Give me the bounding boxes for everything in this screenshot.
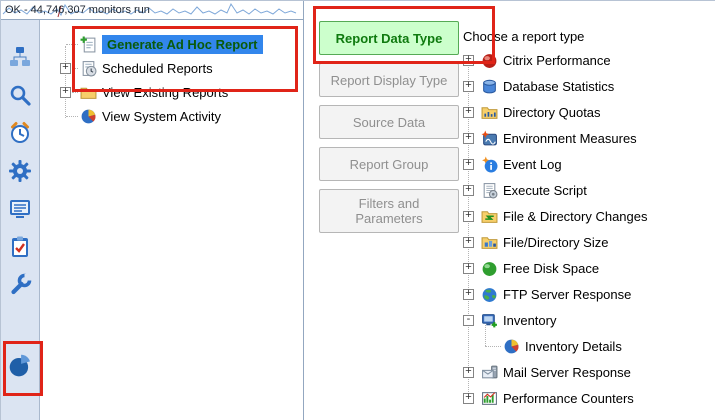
tree-expander[interactable]: + — [463, 159, 474, 170]
scheduled-reports-icon — [80, 60, 97, 77]
report-type-label: File & Directory Changes — [503, 209, 648, 224]
nav-item-label: View System Activity — [102, 109, 221, 124]
nav-item-generate-adhoc-report[interactable]: Generate Ad Hoc Report — [40, 32, 303, 56]
report-type-label: Directory Quotas — [503, 105, 601, 120]
tree-expander[interactable]: + — [463, 237, 474, 248]
database-statistics-icon — [481, 78, 498, 95]
event-log-icon — [481, 156, 498, 173]
tree-expander[interactable]: + — [463, 367, 474, 378]
tree-expander[interactable]: - — [463, 315, 474, 326]
performance-counters-icon — [481, 390, 498, 407]
inventory-icon — [481, 312, 498, 329]
tab-report-display-type[interactable]: Report Display Type — [319, 63, 459, 97]
report-type-citrix-performance[interactable]: + Citrix Performance — [463, 47, 713, 73]
tree-expander[interactable]: + — [463, 133, 474, 144]
report-type-directory-quotas[interactable]: + Directory Quotas — [463, 99, 713, 125]
inventory-details-icon — [503, 338, 520, 355]
mail-server-response-icon — [481, 364, 498, 381]
nav-item-label: Scheduled Reports — [102, 61, 213, 76]
report-type-environment-measures[interactable]: + Environment Measures — [463, 125, 713, 151]
report-type-mail-server-response[interactable]: + Mail Server Response — [463, 359, 713, 385]
search-icon — [8, 83, 32, 107]
report-type-label: Inventory — [503, 313, 556, 328]
free-disk-space-icon — [481, 260, 498, 277]
tree-expander[interactable]: + — [463, 55, 474, 66]
tree-expander[interactable]: + — [463, 393, 474, 404]
report-type-tree: + Citrix Performance + Database Statisti… — [463, 47, 713, 411]
report-type-execute-script[interactable]: + Execute Script — [463, 177, 713, 203]
toolbar-tools-button[interactable] — [3, 266, 37, 304]
nav-item-view-existing-reports[interactable]: + View Existing Reports — [40, 80, 303, 104]
report-type-label: FTP Server Response — [503, 287, 631, 302]
tree-expander[interactable]: + — [463, 81, 474, 92]
toolbar-settings-button[interactable] — [3, 152, 37, 190]
toolbar-alerts-button[interactable] — [3, 114, 37, 152]
toolbar-sitemap-button[interactable] — [3, 38, 37, 76]
nav-item-view-system-activity[interactable]: View System Activity — [40, 104, 303, 128]
tree-expander[interactable]: + — [60, 63, 71, 74]
wrench-icon — [8, 273, 32, 297]
report-type-inventory-details[interactable]: Inventory Details — [463, 333, 713, 359]
tab-source-data[interactable]: Source Data — [319, 105, 459, 139]
status-text: OK - 44,746,307 monitors run — [5, 4, 150, 16]
nav-item-label: Generate Ad Hoc Report — [102, 35, 263, 54]
report-list-icon — [8, 197, 32, 221]
report-type-event-log[interactable]: + Event Log — [463, 151, 713, 177]
nav-item-label: View Existing Reports — [102, 85, 228, 100]
wizard-tabs: Report Data Type Report Display Type Sou… — [319, 21, 459, 241]
tree-expander[interactable]: + — [463, 107, 474, 118]
generate-adhoc-report-icon — [80, 36, 97, 53]
tree-expander[interactable]: + — [463, 185, 474, 196]
environment-measures-icon — [481, 130, 498, 147]
report-type-free-disk-space[interactable]: + Free Disk Space — [463, 255, 713, 281]
report-type-label: Performance Counters — [503, 391, 634, 406]
report-type-ftp-server-response[interactable]: + FTP Server Response — [463, 281, 713, 307]
report-type-label: Citrix Performance — [503, 53, 611, 68]
report-type-inventory[interactable]: - Inventory — [463, 307, 713, 333]
tree-expander[interactable]: + — [60, 87, 71, 98]
pie-report-icon — [7, 352, 33, 378]
nav-tree-panel: Generate Ad Hoc Report + Scheduled Repor… — [40, 20, 304, 420]
ftp-server-response-icon — [481, 286, 498, 303]
report-type-label: Inventory Details — [525, 339, 622, 354]
tree-expander[interactable]: + — [463, 211, 474, 222]
report-type-label: Execute Script — [503, 183, 587, 198]
report-type-label: Mail Server Response — [503, 365, 631, 380]
nav-item-scheduled-reports[interactable]: + Scheduled Reports — [40, 56, 303, 80]
report-type-label: Environment Measures — [503, 131, 637, 146]
report-type-label: Event Log — [503, 157, 562, 172]
toolbar-reports-list-button[interactable] — [3, 190, 37, 228]
gear-icon — [8, 159, 32, 183]
view-existing-reports-icon — [80, 84, 97, 101]
tree-expander[interactable]: + — [463, 263, 474, 274]
left-toolbar — [1, 20, 40, 420]
toolbar-tasks-button[interactable] — [3, 228, 37, 266]
sitemap-icon — [8, 45, 32, 69]
view-system-activity-icon — [80, 108, 97, 125]
directory-quotas-icon — [481, 104, 498, 121]
report-type-database-statistics[interactable]: + Database Statistics — [463, 73, 713, 99]
report-type-file-directory-size[interactable]: + File/Directory Size — [463, 229, 713, 255]
tree-expander[interactable]: + — [463, 289, 474, 300]
tasks-clipboard-icon — [8, 235, 32, 259]
status-bar: OK - 44,746,307 monitors run — [1, 1, 304, 20]
report-type-label: File/Directory Size — [503, 235, 608, 250]
report-type-label: Free Disk Space — [503, 261, 599, 276]
tab-report-group[interactable]: Report Group — [319, 147, 459, 181]
toolbar-reporting-button[interactable] — [3, 346, 37, 384]
file-directory-changes-icon — [481, 208, 498, 225]
tab-filters-and-parameters[interactable]: Filters and Parameters — [319, 189, 459, 233]
report-type-file-directory-changes[interactable]: + File & Directory Changes — [463, 203, 713, 229]
toolbar-search-button[interactable] — [3, 76, 37, 114]
file-directory-size-icon — [481, 234, 498, 251]
tab-report-data-type[interactable]: Report Data Type — [319, 21, 459, 55]
app-window: OK - 44,746,307 monitors run — [0, 0, 715, 420]
alarm-clock-icon — [8, 121, 32, 145]
report-type-header: Choose a report type — [463, 29, 584, 44]
citrix-performance-icon — [481, 52, 498, 69]
report-type-label: Database Statistics — [503, 79, 614, 94]
execute-script-icon — [481, 182, 498, 199]
report-type-performance-counters[interactable]: + Performance Counters — [463, 385, 713, 411]
